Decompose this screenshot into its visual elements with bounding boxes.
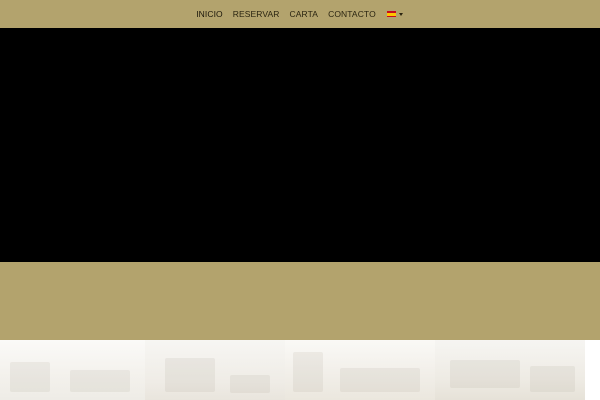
nav-item-inicio[interactable]: INICIO <box>191 9 228 19</box>
hero-video-area <box>0 28 600 262</box>
accent-band <box>0 262 600 340</box>
caret-down-icon <box>398 12 403 16</box>
gallery-photo-1[interactable] <box>0 340 145 400</box>
main-menu: INICIO RESERVAR CARTA CONTACTO <box>191 9 403 19</box>
gallery-photo-4[interactable] <box>435 340 585 400</box>
nav-item-contacto[interactable]: CONTACTO <box>323 9 381 19</box>
spain-flag-icon <box>386 11 396 17</box>
photo-gallery <box>0 340 600 400</box>
nav-item-carta[interactable]: CARTA <box>285 9 324 19</box>
gallery-photo-3[interactable] <box>285 340 435 400</box>
gallery-gap <box>585 340 600 400</box>
nav-item-reservar[interactable]: RESERVAR <box>228 9 285 19</box>
gallery-photo-2[interactable] <box>145 340 285 400</box>
top-navbar: INICIO RESERVAR CARTA CONTACTO <box>0 0 600 28</box>
language-switcher[interactable] <box>386 11 403 17</box>
